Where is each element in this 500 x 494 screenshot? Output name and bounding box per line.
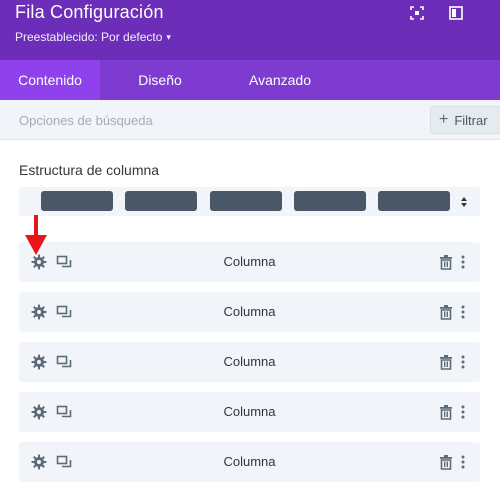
filter-label: Filtrar: [454, 112, 488, 128]
trash-icon[interactable]: [438, 304, 454, 320]
more-vertical-icon[interactable]: [459, 304, 467, 320]
column-label: Columna: [223, 454, 276, 469]
column-label: Columna: [223, 354, 276, 369]
trash-icon[interactable]: [438, 454, 454, 470]
more-vertical-icon[interactable]: [459, 354, 467, 370]
more-vertical-icon[interactable]: [459, 404, 467, 420]
search-bar: + Filtrar: [0, 100, 500, 140]
column-row[interactable]: Columna: [19, 442, 480, 482]
column-row[interactable]: Columna: [19, 242, 480, 282]
tab-bar: Contenido Diseño Avanzado: [0, 60, 500, 100]
tab-diseno[interactable]: Diseño: [100, 60, 220, 100]
more-vertical-icon[interactable]: [459, 454, 467, 470]
preset-label: Preestablecido: Por defecto: [15, 30, 163, 44]
trash-icon[interactable]: [438, 354, 454, 370]
column-row[interactable]: Columna: [19, 342, 480, 382]
more-vertical-icon[interactable]: [459, 254, 467, 270]
column-label: Columna: [223, 254, 276, 269]
split-view-icon[interactable]: [448, 5, 464, 21]
column-row[interactable]: Columna: [19, 392, 480, 432]
filter-button[interactable]: + Filtrar: [430, 106, 500, 134]
trash-icon[interactable]: [438, 254, 454, 270]
structure-column-block: [125, 191, 197, 211]
tab-contenido[interactable]: Contenido: [0, 60, 100, 100]
structure-column-block: [378, 191, 450, 211]
column-label: Columna: [223, 404, 276, 419]
column-structure-select[interactable]: [19, 187, 480, 216]
annotation-arrow-icon: [25, 215, 47, 255]
plus-icon: +: [439, 111, 449, 128]
select-arrows-icon: [461, 197, 467, 207]
structure-label: Estructura de columna: [19, 162, 160, 178]
structure-column-block: [41, 191, 113, 211]
column-label: Columna: [223, 304, 276, 319]
tab-avanzado[interactable]: Avanzado: [220, 60, 340, 100]
column-row[interactable]: Columna: [19, 292, 480, 332]
expand-icon[interactable]: [409, 5, 425, 21]
trash-icon[interactable]: [438, 404, 454, 420]
caret-down-icon: ▾: [166, 31, 171, 42]
preset-dropdown[interactable]: Preestablecido: Por defecto ▾: [15, 30, 171, 44]
modal-header: Fila Configuración Preestablecido: Por d…: [0, 0, 500, 60]
search-input[interactable]: [0, 100, 420, 140]
structure-column-block: [210, 191, 282, 211]
modal-title: Fila Configuración: [15, 2, 164, 22]
structure-column-block: [294, 191, 366, 211]
